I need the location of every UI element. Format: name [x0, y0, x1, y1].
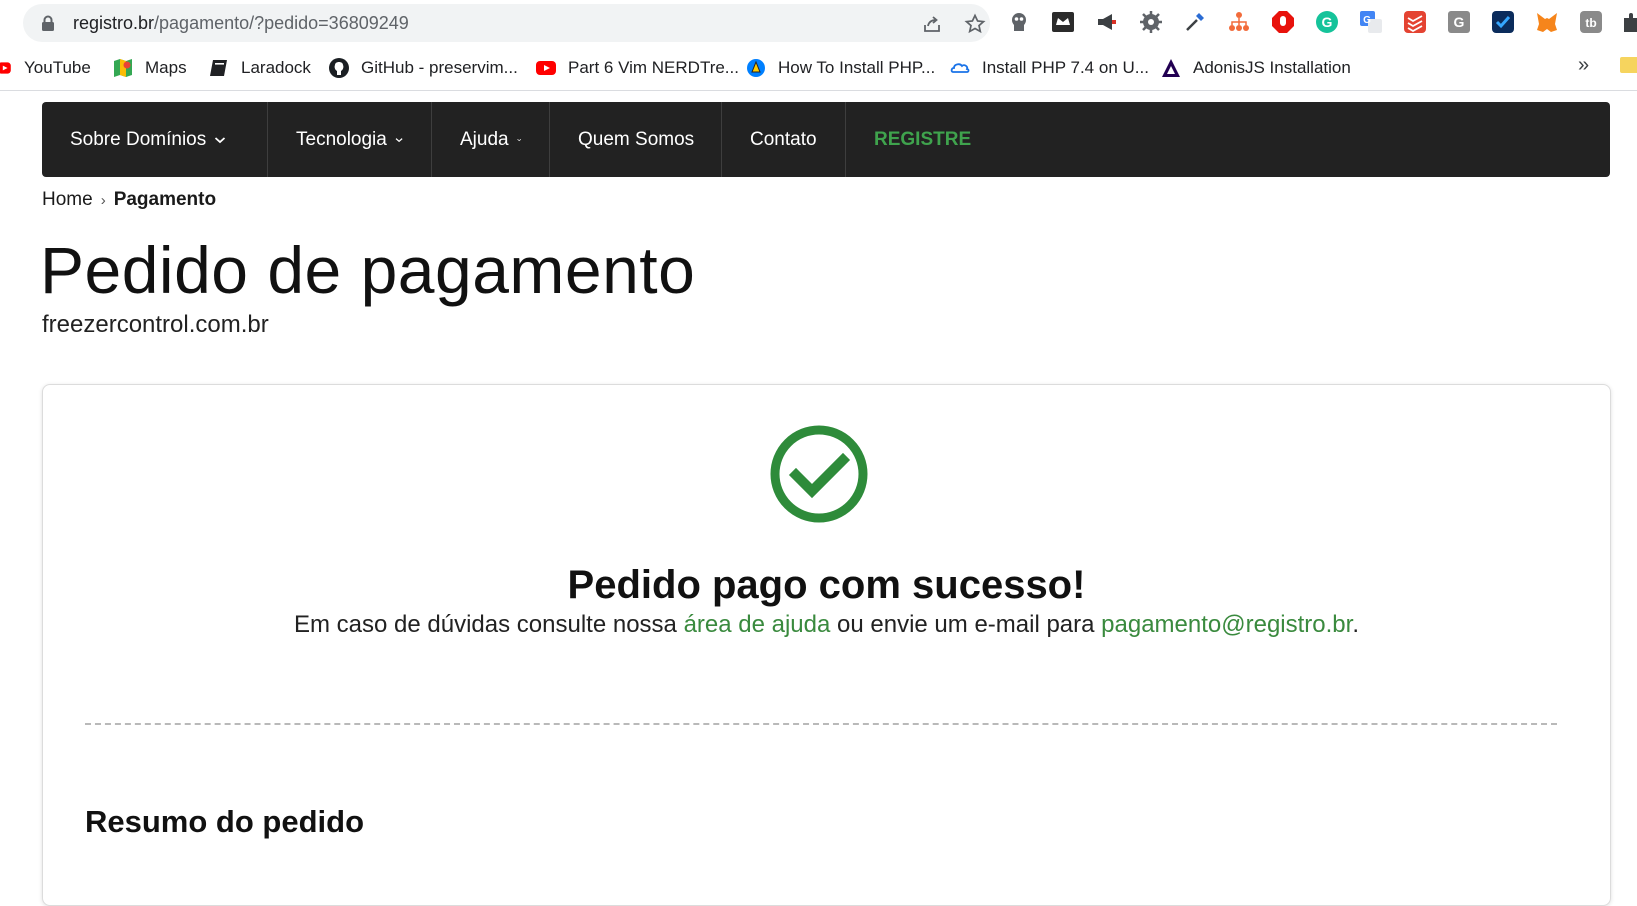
- breadcrumb: Home › Pagamento: [42, 189, 216, 211]
- bookmarks-more-button[interactable]: »: [1578, 54, 1589, 77]
- star-icon[interactable]: [964, 13, 986, 35]
- extension-metamask-icon[interactable]: [1535, 10, 1559, 34]
- extension-check-icon[interactable]: [1491, 10, 1515, 34]
- domain-name: freezercontrol.com.br: [42, 311, 269, 338]
- extensions-puzzle-icon[interactable]: [1620, 10, 1637, 34]
- extension-grammarly-icon[interactable]: G: [1315, 10, 1339, 34]
- help-suffix: .: [1352, 611, 1359, 638]
- address-bar[interactable]: registro.br/pagamento/?pedido=36809249: [23, 4, 990, 42]
- nav-item-label: Ajuda: [460, 128, 509, 150]
- github-icon: [329, 58, 349, 78]
- bookmark-github[interactable]: GitHub - preservim...: [329, 56, 518, 80]
- bookmark-label: Part 6 Vim NERDTre...: [568, 58, 739, 77]
- share-icon[interactable]: [921, 13, 943, 35]
- bookmark-label: YouTube: [24, 58, 91, 77]
- youtube-icon: [0, 62, 11, 74]
- nav-item-label: Contato: [750, 128, 817, 150]
- youtube-icon: [536, 61, 556, 75]
- help-area-link[interactable]: área de ajuda: [684, 611, 831, 638]
- cloud-icon: [950, 63, 970, 73]
- nav-item-label: Tecnologia: [296, 128, 387, 150]
- bookmark-install-php[interactable]: How To Install PHP...: [746, 56, 935, 80]
- svg-text:G: G: [1363, 15, 1371, 26]
- browser-toolbar: registro.br/pagamento/?pedido=36809249 G…: [0, 0, 1637, 46]
- url-host: registro.br: [73, 13, 155, 33]
- extension-tb-icon[interactable]: tb: [1579, 10, 1603, 34]
- bookmark-label: GitHub - preservim...: [361, 58, 518, 77]
- section-divider: [85, 723, 1557, 725]
- nav-item-sobre-dominios[interactable]: Sobre Domínios: [42, 102, 268, 177]
- help-middle: ou envie um e-mail para: [830, 611, 1102, 638]
- nav-item-label: Sobre Domínios: [70, 128, 207, 150]
- extension-adblock-icon[interactable]: [1271, 10, 1295, 34]
- bookmark-label: Maps: [145, 58, 187, 77]
- bookmark-label: Laradock: [241, 58, 311, 77]
- breadcrumb-separator: ›: [100, 192, 106, 209]
- payment-status-card: Pedido pago com sucesso! Em caso de dúvi…: [42, 384, 1611, 906]
- bookmark-label: AdonisJS Installation: [1193, 58, 1351, 77]
- maps-icon: [114, 59, 132, 77]
- bookmark-adonisjs[interactable]: AdonisJS Installation: [1161, 56, 1351, 80]
- bookmark-maps[interactable]: Maps: [113, 56, 187, 80]
- extension-todoist-icon[interactable]: [1403, 10, 1427, 34]
- bookmark-install-php74[interactable]: Install PHP 7.4 on U...: [950, 56, 1149, 80]
- main-nav: Sobre Domínios Tecnologia Ajuda Quem Som…: [42, 102, 1610, 177]
- reload-icon[interactable]: [0, 12, 6, 32]
- folder-icon[interactable]: [1620, 57, 1637, 73]
- nav-item-label: Quem Somos: [578, 128, 695, 150]
- extension-sitemap-icon[interactable]: [1227, 10, 1251, 34]
- svg-text:G: G: [1322, 14, 1333, 30]
- order-summary-title: Resumo do pedido: [85, 804, 364, 839]
- page-title: Pedido de pagamento: [40, 233, 696, 307]
- extension-translate-icon[interactable]: G: [1359, 10, 1383, 34]
- check-circle-icon: [770, 425, 868, 523]
- bookmarks-bar: YouTube Maps Laradock GitHub - preservim…: [0, 46, 1637, 91]
- email-link[interactable]: pagamento@registro.br: [1101, 611, 1352, 638]
- book-icon: [210, 60, 227, 76]
- bookmark-vim-nerdtree[interactable]: Part 6 Vim NERDTre...: [536, 56, 739, 80]
- nav-item-quem-somos[interactable]: Quem Somos: [550, 102, 722, 177]
- chevron-down-icon: [215, 136, 226, 143]
- bookmark-laradock[interactable]: Laradock: [209, 56, 311, 80]
- extension-gear-icon[interactable]: [1139, 10, 1163, 34]
- extension-g-icon[interactable]: G: [1447, 10, 1471, 34]
- adonis-icon: [1162, 59, 1180, 77]
- bookmark-label: How To Install PHP...: [778, 58, 936, 77]
- extension-megaphone-icon[interactable]: [1095, 10, 1119, 34]
- nav-item-registre[interactable]: REGISTRE: [846, 102, 999, 177]
- help-text: Em caso de dúvidas consulte nossa área d…: [43, 611, 1610, 639]
- extension-ghost-icon[interactable]: [1007, 10, 1031, 34]
- chevron-down-icon: [395, 137, 403, 142]
- url-path: /pagamento/?pedido=36809249: [154, 13, 409, 33]
- nav-item-ajuda[interactable]: Ajuda: [432, 102, 550, 177]
- url-text: registro.br/pagamento/?pedido=36809249: [73, 13, 409, 34]
- breadcrumb-current: Pagamento: [113, 189, 217, 210]
- help-prefix: Em caso de dúvidas consulte nossa: [294, 611, 684, 638]
- svg-text:G: G: [1454, 14, 1465, 30]
- nav-item-contato[interactable]: Contato: [722, 102, 846, 177]
- svg-text:tb: tb: [1585, 16, 1596, 30]
- nav-item-label: REGISTRE: [874, 128, 972, 150]
- chevron-down-icon: [516, 138, 521, 141]
- breadcrumb-home-link[interactable]: Home: [42, 189, 93, 210]
- digitalocean-icon: [747, 59, 765, 77]
- success-title: Pedido pago com sucesso!: [567, 563, 1086, 607]
- nav-item-tecnologia[interactable]: Tecnologia: [268, 102, 432, 177]
- bookmark-youtube[interactable]: YouTube: [0, 56, 91, 80]
- extension-crown-icon[interactable]: [1051, 10, 1075, 34]
- bookmark-label: Install PHP 7.4 on U...: [982, 58, 1149, 77]
- extension-eyedropper-icon[interactable]: [1183, 10, 1207, 34]
- lock-icon[interactable]: [41, 15, 55, 31]
